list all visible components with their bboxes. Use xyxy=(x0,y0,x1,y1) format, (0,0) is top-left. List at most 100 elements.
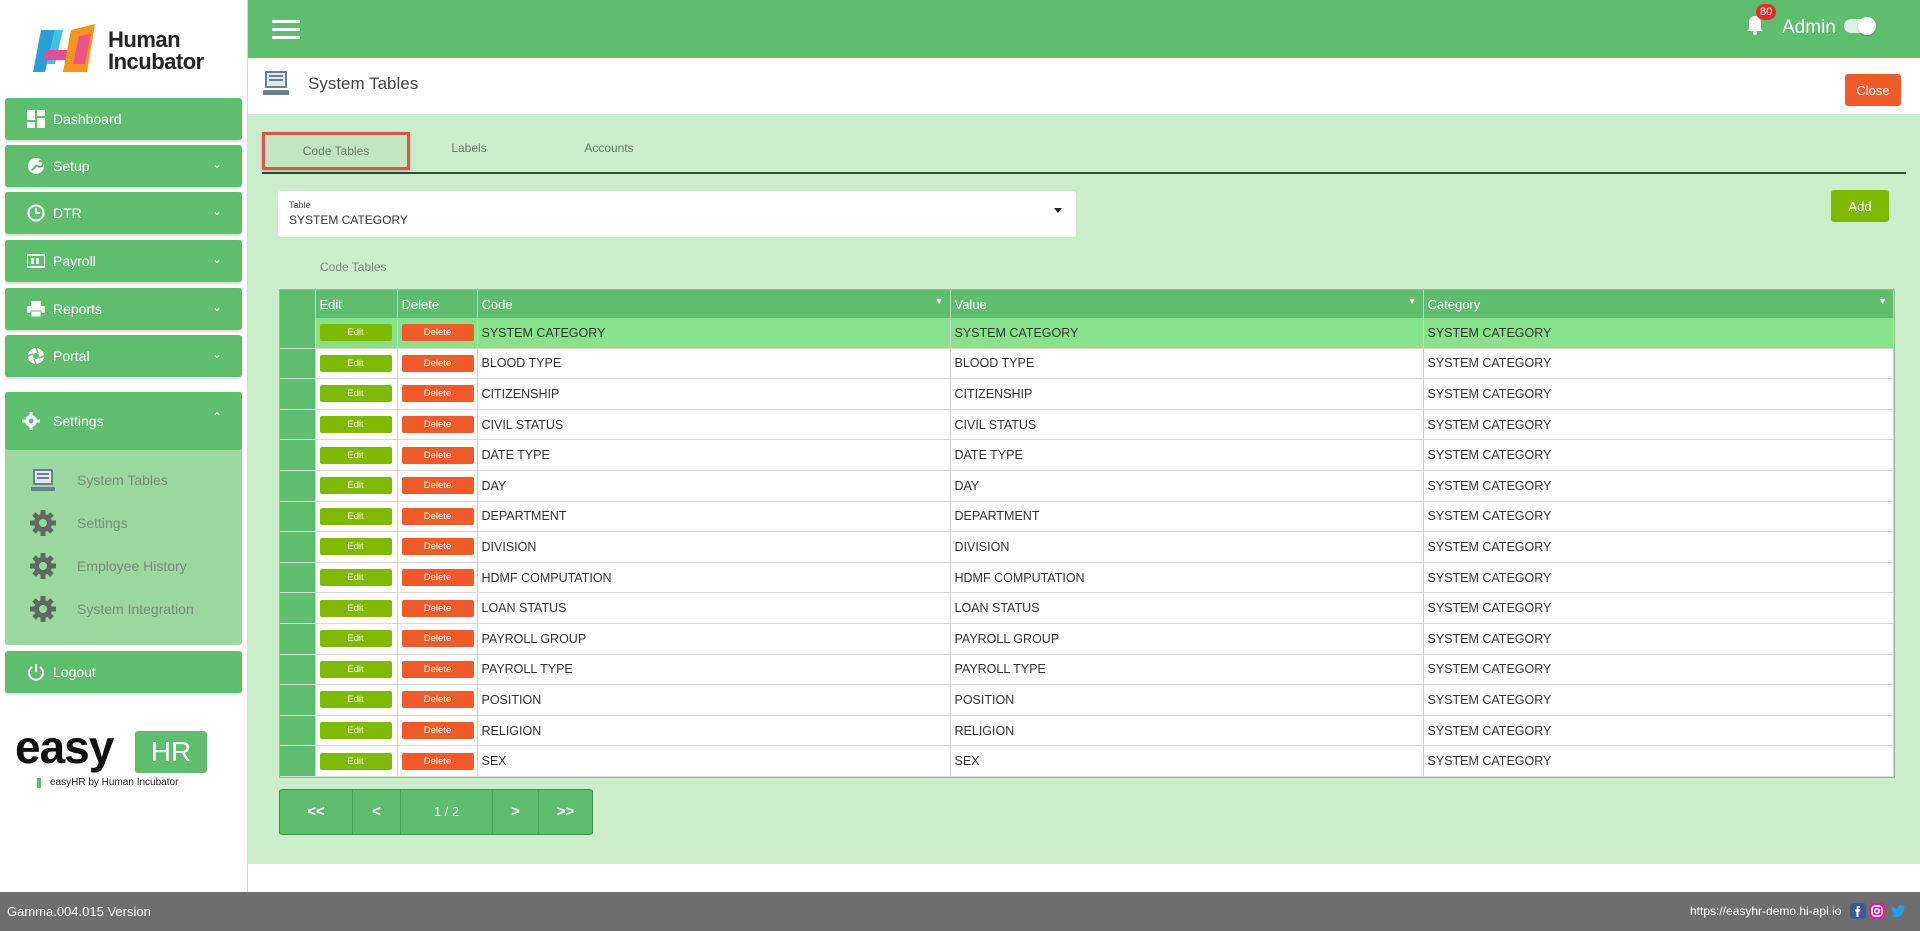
sidebar-subitem-system-tables[interactable]: System Tables xyxy=(29,464,239,496)
close-button[interactable]: Close xyxy=(1845,74,1901,106)
table-row[interactable]: Edit Delete DATE TYPE DATE TYPE SYSTEM CATEG… xyxy=(280,439,1894,471)
table-row[interactable]: Edit Delete DEPARTMENT DEPARTMENT SYSTEM CAT… xyxy=(280,501,1894,533)
last-page-button[interactable]: >> xyxy=(539,790,592,834)
row-selector[interactable] xyxy=(280,623,316,655)
row-selector[interactable] xyxy=(280,409,316,441)
delete-button[interactable]: Delete xyxy=(401,385,474,403)
edit-button[interactable]: Edit xyxy=(319,538,392,556)
delete-button[interactable]: Delete xyxy=(401,446,474,464)
user-name-label[interactable]: Admin xyxy=(1782,17,1836,39)
row-selector[interactable] xyxy=(280,318,316,349)
sidebar-subitem-system-integration[interactable]: System Integration xyxy=(29,593,239,625)
sidebar-item-settings[interactable]: Settings ⌃ xyxy=(5,392,242,450)
table-row[interactable]: Edit Delete CITIZENSHIP CITIZENSHIP SYSTEM C… xyxy=(280,378,1894,410)
row-selector[interactable] xyxy=(280,562,316,594)
edit-button[interactable]: Edit xyxy=(319,630,392,648)
row-selector[interactable] xyxy=(280,470,316,502)
table-row[interactable]: Edit Delete BLOOD TYPE BLOOD TYPE SYSTEM CAT… xyxy=(280,348,1894,380)
row-selector[interactable] xyxy=(280,378,316,410)
first-page-button[interactable]: << xyxy=(280,790,353,834)
sidebar-subitem-settings[interactable]: Settings xyxy=(29,507,239,539)
sidebar-item-dashboard[interactable]: Dashboard xyxy=(5,98,242,140)
edit-button[interactable]: Edit xyxy=(319,752,392,770)
delete-button[interactable]: Delete xyxy=(401,354,474,372)
table-row[interactable]: Edit Delete PAYROLL GROUP PAYROLL GROUP SYST… xyxy=(280,623,1894,655)
add-button[interactable]: Add xyxy=(1831,190,1889,222)
hamburger-menu-icon[interactable] xyxy=(272,20,300,40)
edit-button[interactable]: Edit xyxy=(319,722,392,740)
table-row[interactable]: Edit Delete SEX SEX SYSTEM CATEGORY xyxy=(280,745,1894,777)
edit-button[interactable]: Edit xyxy=(319,416,392,434)
table-row[interactable]: Edit Delete PAYROLL TYPE PAYROLL TYPE SYSTEM… xyxy=(280,654,1894,686)
next-page-button[interactable]: > xyxy=(493,790,539,834)
row-selector[interactable] xyxy=(280,592,316,624)
filter-icon[interactable]: ▼ xyxy=(1408,296,1417,306)
delete-button[interactable]: Delete xyxy=(401,538,474,556)
edit-button[interactable]: Edit xyxy=(319,385,392,403)
delete-button[interactable]: Delete xyxy=(401,752,474,770)
delete-button[interactable]: Delete xyxy=(401,569,474,587)
sidebar-item-reports[interactable]: Reports ⌄ xyxy=(5,288,242,330)
row-selector[interactable] xyxy=(280,531,316,563)
prev-page-button[interactable]: < xyxy=(353,790,401,834)
column-header-code[interactable]: Code ▼ xyxy=(477,290,951,318)
instagram-icon[interactable] xyxy=(1869,903,1885,919)
edit-button[interactable]: Edit xyxy=(319,569,392,587)
site-url-link[interactable]: https://easyhr-demo.hi-api.io xyxy=(1690,904,1841,918)
filter-icon[interactable]: ▼ xyxy=(1878,296,1887,306)
delete-button[interactable]: Delete xyxy=(401,416,474,434)
table-row[interactable]: Edit Delete DAY DAY SYSTEM CATEGORY xyxy=(280,470,1894,502)
code-cell: POSITION xyxy=(477,684,951,716)
row-selector[interactable] xyxy=(280,439,316,471)
row-selector[interactable] xyxy=(280,501,316,533)
edit-button[interactable]: Edit xyxy=(319,324,392,342)
facebook-icon[interactable] xyxy=(1850,903,1866,919)
edit-button[interactable]: Edit xyxy=(319,446,392,464)
sidebar-item-portal[interactable]: Portal ⌄ xyxy=(5,335,242,377)
logout-button[interactable]: Logout xyxy=(5,651,242,693)
table-row[interactable]: Edit Delete LOAN STATUS LOAN STATUS SYSTEM C… xyxy=(280,592,1894,624)
tab-labels[interactable]: Labels xyxy=(409,132,529,164)
table-row[interactable]: Edit Delete RELIGION RELIGION SYSTEM CATEGOR… xyxy=(280,715,1894,747)
human-incubator-logo[interactable]: Human Incubator xyxy=(33,24,223,80)
delete-button[interactable]: Delete xyxy=(401,507,474,525)
table-row[interactable]: Edit Delete POSITION POSITION SYSTEM CATEGOR… xyxy=(280,684,1894,716)
edit-button[interactable]: Edit xyxy=(319,691,392,709)
column-header-value[interactable]: Value ▼ xyxy=(950,290,1424,318)
row-selector[interactable] xyxy=(280,348,316,380)
value-cell: CIVIL STATUS xyxy=(950,409,1424,441)
delete-button[interactable]: Delete xyxy=(401,630,474,648)
table-row[interactable]: Edit Delete DIVISION DIVISION SYSTEM CATEGOR… xyxy=(280,531,1894,563)
sidebar-item-setup[interactable]: Setup ⌄ xyxy=(5,145,242,187)
edit-button[interactable]: Edit xyxy=(319,477,392,495)
edit-button[interactable]: Edit xyxy=(319,599,392,617)
tab-code-tables[interactable]: Code Tables xyxy=(262,132,410,170)
category-cell: SYSTEM CATEGORY xyxy=(1423,531,1894,563)
filter-icon[interactable]: ▼ xyxy=(935,296,944,306)
row-selector[interactable] xyxy=(280,654,316,686)
row-selector[interactable] xyxy=(280,715,316,747)
row-selector[interactable] xyxy=(280,684,316,716)
tab-accounts[interactable]: Accounts xyxy=(534,132,684,164)
delete-button[interactable]: Delete xyxy=(401,722,474,740)
table-row[interactable]: Edit Delete HDMF COMPUTATION HDMF COMPUTATI… xyxy=(280,562,1894,594)
twitter-icon[interactable] xyxy=(1890,903,1906,919)
delete-button[interactable]: Delete xyxy=(401,324,474,342)
delete-button[interactable]: Delete xyxy=(401,599,474,617)
delete-button[interactable]: Delete xyxy=(401,691,474,709)
edit-button[interactable]: Edit xyxy=(319,507,392,525)
table-row[interactable]: Edit Delete CIVIL STATUS CIVIL STATUS SYSTEM… xyxy=(280,409,1894,441)
value-cell: POSITION xyxy=(950,684,1424,716)
edit-button[interactable]: Edit xyxy=(319,354,392,372)
sidebar-item-dtr[interactable]: DTR ⌄ xyxy=(5,192,242,234)
delete-button[interactable]: Delete xyxy=(401,660,474,678)
theme-toggle[interactable] xyxy=(1844,17,1876,35)
edit-button[interactable]: Edit xyxy=(319,660,392,678)
table-select[interactable]: Table SYSTEM CATEGORY xyxy=(278,191,1076,237)
sidebar-item-payroll[interactable]: Payroll ⌄ xyxy=(5,240,242,282)
row-selector[interactable] xyxy=(280,745,316,777)
column-header-category[interactable]: Category ▼ xyxy=(1423,290,1894,318)
delete-button[interactable]: Delete xyxy=(401,477,474,495)
table-row[interactable]: Edit Delete SYSTEM CATEGORY SYSTEM CATEGORY… xyxy=(280,318,1894,349)
sidebar-subitem-employee-history[interactable]: Employee History xyxy=(29,550,239,582)
